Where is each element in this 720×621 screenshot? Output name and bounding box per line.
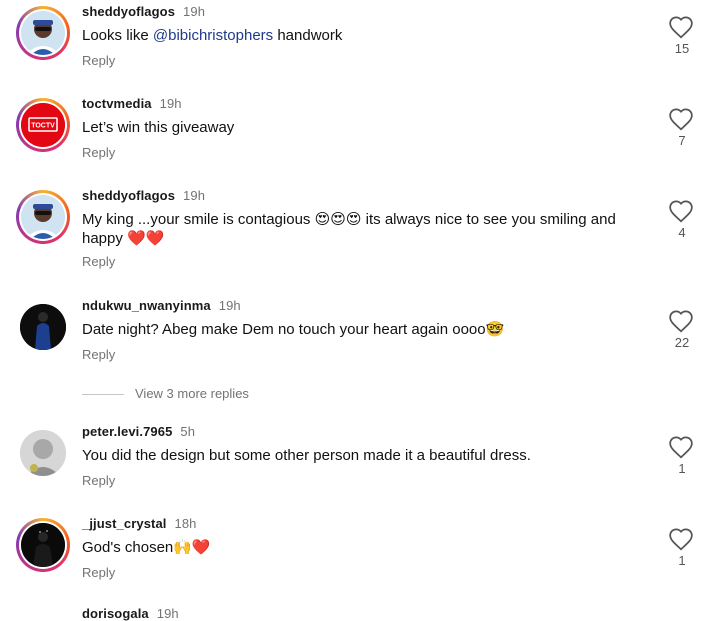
- comment-username[interactable]: peter.levi.7965 5h: [82, 424, 195, 439]
- heart-outline-icon: [669, 200, 693, 223]
- profile-photo-icon: [20, 304, 66, 350]
- reply-button[interactable]: Reply: [82, 53, 115, 68]
- profile-photo-icon: [21, 11, 65, 55]
- comment-text-line: happy ❤️❤️: [82, 230, 165, 247]
- reply-button[interactable]: Reply: [82, 473, 115, 488]
- like-count: 1: [678, 461, 686, 476]
- comment-username[interactable]: sheddyoflagos 19h: [82, 188, 205, 203]
- view-more-replies-label[interactable]: View 3 more replies: [135, 386, 249, 401]
- avatar[interactable]: [16, 190, 70, 244]
- replies-divider-line: [82, 394, 124, 395]
- comment-text: God's chosen🙌❤️: [82, 539, 211, 556]
- username-text[interactable]: peter.levi.7965: [82, 424, 172, 439]
- reply-button[interactable]: Reply: [82, 254, 115, 269]
- heart-outline-icon: [669, 108, 693, 131]
- comment-time: 19h: [156, 606, 179, 621]
- comment-text: My king ...your smile is contagious 😍😍😍 …: [82, 210, 642, 248]
- view-more-replies-button[interactable]: View 3 more replies: [82, 386, 382, 406]
- heart-outline-icon: [669, 436, 693, 459]
- comment-time: 18h: [174, 516, 197, 531]
- comment-text: You did the design but some other person…: [82, 447, 531, 464]
- comment-text: Let’s win this giveaway: [82, 119, 235, 136]
- heart-outline-icon: [669, 16, 693, 39]
- comment-time: 19h: [183, 188, 206, 203]
- like-button[interactable]: [668, 435, 696, 459]
- comment-text-part: Looks like: [82, 27, 153, 44]
- comment-text-line: My king ...your smile is contagious 😍😍😍 …: [82, 211, 616, 228]
- comment-time: 19h: [183, 4, 206, 19]
- profile-photo-icon: [20, 430, 66, 476]
- reply-button[interactable]: Reply: [82, 347, 115, 362]
- like-button[interactable]: [668, 15, 696, 39]
- profile-photo-icon: [21, 523, 65, 567]
- toctv-logo-text: TOCTV: [31, 123, 55, 130]
- username-text[interactable]: sheddyoflagos: [82, 188, 175, 203]
- like-count: 1: [678, 553, 686, 568]
- toctv-logo-icon: TOCTV: [21, 103, 65, 147]
- username-text[interactable]: dorisogala: [82, 606, 149, 621]
- like-count: 22: [674, 335, 690, 350]
- username-text[interactable]: toctvmedia: [82, 96, 152, 111]
- avatar[interactable]: [16, 6, 70, 60]
- comment-username[interactable]: dorisogala 19h: [82, 606, 179, 621]
- comment-text: Date night? Abeg make Dem no touch your …: [82, 321, 505, 338]
- comment-time: 19h: [218, 298, 241, 313]
- avatar[interactable]: [16, 300, 70, 354]
- profile-photo-icon: [21, 195, 65, 239]
- mention-link[interactable]: @bibichristophers: [153, 27, 273, 44]
- like-button[interactable]: [668, 107, 696, 131]
- like-count: 15: [674, 41, 690, 56]
- username-text[interactable]: ndukwu_nwanyinma: [82, 298, 211, 313]
- comment-username[interactable]: sheddyoflagos 19h: [82, 4, 205, 19]
- heart-outline-icon: [669, 528, 693, 551]
- username-text[interactable]: _jjust_crystal: [82, 516, 167, 531]
- comment-username[interactable]: ndukwu_nwanyinma 19h: [82, 298, 241, 313]
- comment-text: Looks like @bibichristophers handwork: [82, 26, 642, 45]
- like-button[interactable]: [668, 309, 696, 333]
- avatar[interactable]: [16, 518, 70, 572]
- avatar[interactable]: [16, 426, 70, 480]
- like-count: 7: [678, 133, 686, 148]
- avatar[interactable]: TOCTV: [16, 98, 70, 152]
- like-button[interactable]: [668, 199, 696, 223]
- username-text[interactable]: sheddyoflagos: [82, 4, 175, 19]
- comment-username[interactable]: _jjust_crystal 18h: [82, 516, 197, 531]
- heart-outline-icon: [669, 310, 693, 333]
- like-button[interactable]: [668, 527, 696, 551]
- comment-username[interactable]: toctvmedia 19h: [82, 96, 182, 111]
- reply-button[interactable]: Reply: [82, 565, 115, 580]
- comment-text-part: handwork: [273, 27, 343, 44]
- reply-button[interactable]: Reply: [82, 145, 115, 160]
- comment-time: 19h: [159, 96, 182, 111]
- like-count: 4: [678, 225, 686, 240]
- comment-time: 5h: [180, 424, 196, 439]
